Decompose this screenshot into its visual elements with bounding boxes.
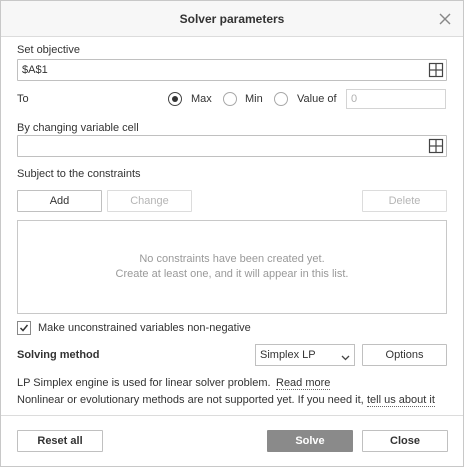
value-of-input[interactable]: 0 xyxy=(346,89,446,109)
solving-method-value: Simplex LP xyxy=(260,349,316,361)
dialog-title: Solver parameters xyxy=(179,12,285,26)
constraints-empty-line2: Create at least one, and it will appear … xyxy=(115,268,349,280)
radio-min-label[interactable]: Min xyxy=(245,93,263,105)
radio-value-of-label[interactable]: Value of xyxy=(297,93,337,105)
constraints-list[interactable]: No constraints have been created yet. Cr… xyxy=(17,220,447,314)
reset-all-button[interactable]: Reset all xyxy=(17,430,103,452)
constraints-empty-line1: No constraints have been created yet. xyxy=(139,253,325,265)
objective-value: $A$1 xyxy=(22,64,48,76)
select-range-icon[interactable] xyxy=(428,138,444,154)
options-button[interactable]: Options xyxy=(362,344,447,366)
radio-value-of[interactable] xyxy=(274,92,288,106)
chevron-down-icon xyxy=(341,352,350,364)
checkmark-icon xyxy=(19,324,29,332)
value-of-value: 0 xyxy=(351,93,358,105)
solving-method-label: Solving method xyxy=(17,349,100,361)
info-line1: LP Simplex engine is used for linear sol… xyxy=(17,377,271,389)
read-more-link[interactable]: Read more xyxy=(276,377,331,390)
set-objective-label: Set objective xyxy=(17,44,80,56)
footer-divider xyxy=(1,415,463,416)
solving-method-select[interactable]: Simplex LP xyxy=(255,344,355,366)
nonnegative-checkbox[interactable] xyxy=(17,321,31,335)
constraints-label: Subject to the constraints xyxy=(17,168,141,180)
info-line2: Nonlinear or evolutionary methods are no… xyxy=(17,394,364,406)
delete-constraint-button[interactable]: Delete xyxy=(362,190,447,212)
radio-max-label[interactable]: Max xyxy=(191,93,212,105)
radio-min[interactable] xyxy=(223,92,237,106)
solver-parameters-dialog: Solver parameters Set objective $A$1 To … xyxy=(0,0,464,467)
select-range-icon[interactable] xyxy=(428,62,444,78)
close-icon[interactable] xyxy=(436,10,454,28)
dialog-title-bar: Solver parameters xyxy=(1,1,463,37)
variable-cells-label: By changing variable cell xyxy=(17,122,139,134)
change-constraint-button[interactable]: Change xyxy=(107,190,192,212)
solve-button[interactable]: Solve xyxy=(267,430,353,452)
variable-cells-field[interactable] xyxy=(17,135,447,157)
close-button[interactable]: Close xyxy=(362,430,448,452)
tell-us-link[interactable]: tell us about it xyxy=(367,394,435,407)
objective-field[interactable]: $A$1 xyxy=(17,59,447,81)
to-label: To xyxy=(17,93,29,105)
nonnegative-label[interactable]: Make unconstrained variables non-negativ… xyxy=(38,322,251,334)
add-constraint-button[interactable]: Add xyxy=(17,190,102,212)
radio-max[interactable] xyxy=(168,92,182,106)
